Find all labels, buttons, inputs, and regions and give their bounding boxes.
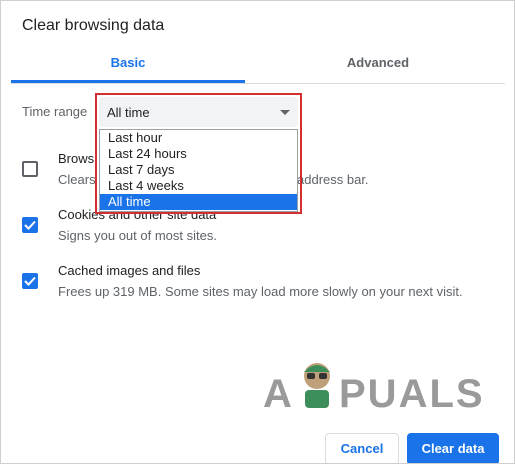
watermark-letter-a: A <box>263 372 294 416</box>
time-range-label: Time range <box>22 104 88 119</box>
browsing-history-desc-end: address bar. <box>297 172 369 187</box>
option-last-7-days[interactable]: Last 7 days <box>100 162 297 178</box>
mascot-icon <box>304 363 330 408</box>
cached-images-checkbox[interactable] <box>22 273 38 289</box>
cancel-button[interactable]: Cancel <box>325 433 399 463</box>
cookies-checkbox[interactable] <box>22 217 38 233</box>
cached-images-desc: Frees up 319 MB. Some sites may load mor… <box>58 284 463 299</box>
time-range-select[interactable]: All time <box>99 97 298 127</box>
tab-advanced[interactable]: Advanced <box>261 49 495 81</box>
active-tab-indicator <box>11 80 245 83</box>
clear-data-button[interactable]: Clear data <box>407 433 499 463</box>
tab-basic[interactable]: Basic <box>11 49 245 81</box>
option-last-4-weeks[interactable]: Last 4 weeks <box>100 178 297 194</box>
browsing-history-checkbox[interactable] <box>22 161 38 177</box>
cached-images-row: Cached images and files Frees up 319 MB.… <box>1 263 514 303</box>
cached-images-title: Cached images and files <box>58 263 201 278</box>
browsing-history-title: Browsi <box>58 151 98 166</box>
option-last-24-hours[interactable]: Last 24 hours <box>100 146 297 162</box>
watermark-text: PUALS <box>339 372 485 416</box>
time-range-options: Last hour Last 24 hours Last 7 days Last… <box>99 129 298 212</box>
tab-bar: Basic Advanced <box>11 49 505 84</box>
appuals-watermark: A PUALS <box>263 358 483 416</box>
browsing-history-desc: Clears <box>58 172 96 187</box>
cookies-desc: Signs you out of most sites. <box>58 228 217 243</box>
time-range-selected-value: All time <box>107 105 150 120</box>
checkmark-icon <box>24 220 36 230</box>
clear-browsing-data-dialog: Clear browsing data Basic Advanced Time … <box>0 0 515 464</box>
option-last-hour[interactable]: Last hour <box>100 130 297 146</box>
option-all-time[interactable]: All time <box>100 194 297 210</box>
checkmark-icon <box>24 276 36 286</box>
dropdown-arrow-icon <box>280 110 290 115</box>
dialog-title: Clear browsing data <box>22 17 165 34</box>
